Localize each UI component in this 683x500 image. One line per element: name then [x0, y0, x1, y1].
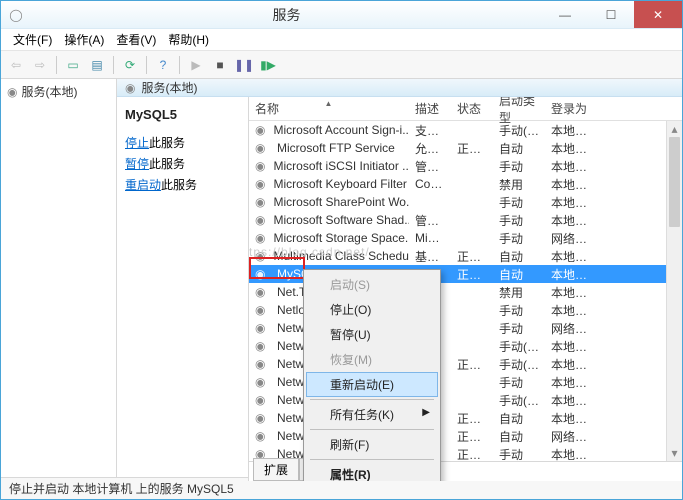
col-status[interactable]: 状态 [451, 100, 493, 117]
service-row[interactable]: ◉Microsoft Keyboard FilterCont...禁用本地系统 [249, 175, 682, 193]
workspace: ◉ 服务(本地) ◉ 服务(本地) MySQL5 停止此服务 暂停此服务 重启动… [1, 79, 682, 477]
service-row[interactable]: ◉Microsoft SharePoint Wo...手动本地系统 [249, 193, 682, 211]
gear-icon: ◉ [255, 375, 269, 389]
col-startup[interactable]: 启动类型 [493, 97, 545, 126]
service-row[interactable]: ◉Multimedia Class Schedu...基于...正在...自动本… [249, 247, 682, 265]
gear-icon: ◉ [255, 195, 265, 209]
show-hide-icon[interactable]: ▭ [62, 54, 84, 76]
separator [310, 429, 434, 430]
gear-icon: ◉ [255, 357, 269, 371]
separator [310, 459, 434, 460]
toolbar: ⇦ ⇨ ▭ ▤ ⟳ ? ▶ ■ ❚❚ ▮▶ [1, 51, 682, 79]
gear-icon: ◉ [255, 159, 265, 173]
gear-icon: ◉ [255, 249, 265, 263]
gear-icon: ◉ [255, 285, 269, 299]
pause-service-link[interactable]: 暂停此服务 [125, 155, 240, 172]
gear-icon: ◉ [255, 303, 269, 317]
gear-icon: ◉ [125, 81, 135, 95]
pane-body: MySQL5 停止此服务 暂停此服务 重启动此服务 名称▲ 描述 状态 启动类型… [117, 97, 682, 481]
gear-icon: ◉ [255, 339, 269, 353]
gear-icon: ◉ [255, 123, 265, 137]
play-icon[interactable]: ▶ [185, 54, 207, 76]
column-headers: 名称▲ 描述 状态 启动类型 登录为 [249, 97, 682, 121]
stop-service-link[interactable]: 停止此服务 [125, 134, 240, 151]
scroll-down-icon[interactable]: ▾ [667, 445, 682, 461]
col-logon[interactable]: 登录为 [545, 100, 603, 117]
service-row[interactable]: ◉Microsoft Software Shad...管理...手动本地系统 [249, 211, 682, 229]
context-menu: 启动(S) 停止(O) 暂停(U) 恢复(M) 重新启动(E) 所有任务(K)▶… [303, 269, 441, 481]
ctx-pause[interactable]: 暂停(U) [306, 322, 438, 347]
close-button[interactable]: ✕ [634, 1, 682, 28]
ctx-start: 启动(S) [306, 272, 438, 297]
content-pane: ◉ 服务(本地) MySQL5 停止此服务 暂停此服务 重启动此服务 名称▲ 描… [117, 79, 682, 477]
refresh-icon[interactable]: ⟳ [119, 54, 141, 76]
service-row[interactable]: ◉Microsoft Account Sign-i...支持...手动(触发..… [249, 121, 682, 139]
menu-help[interactable]: 帮助(H) [162, 29, 215, 50]
forward-icon[interactable]: ⇨ [29, 54, 51, 76]
back-icon[interactable]: ⇦ [5, 54, 27, 76]
scroll-thumb[interactable] [669, 137, 680, 227]
menu-file[interactable]: 文件(F) [7, 29, 58, 50]
gear-icon: ◉ [255, 231, 265, 245]
service-list: 名称▲ 描述 状态 启动类型 登录为 ◉Microsoft Account Si… [249, 97, 682, 481]
restart-service-link[interactable]: 重启动此服务 [125, 176, 240, 193]
detail-title: MySQL5 [125, 107, 240, 122]
gear-icon: ◉ [255, 393, 269, 407]
status-text: 停止并启动 本地计算机 上的服务 MySQL5 [9, 480, 234, 497]
help-icon[interactable]: ? [152, 54, 174, 76]
app-icon: ◯ [1, 8, 31, 22]
pane-header: ◉ 服务(本地) [117, 79, 682, 97]
stop-icon[interactable]: ■ [209, 54, 231, 76]
menubar: 文件(F) 操作(A) 查看(V) 帮助(H) [1, 29, 682, 51]
ctx-all-tasks[interactable]: 所有任务(K)▶ [306, 402, 438, 427]
export-icon[interactable]: ▤ [86, 54, 108, 76]
gear-icon: ◉ [255, 177, 265, 191]
tree-root-label: 服务(本地) [21, 83, 77, 100]
gear-icon: ◉ [255, 267, 269, 281]
ctx-stop[interactable]: 停止(O) [306, 297, 438, 322]
pane-title: 服务(本地) [141, 79, 197, 96]
tree-pane: ◉ 服务(本地) [1, 79, 117, 477]
detail-pane: MySQL5 停止此服务 暂停此服务 重启动此服务 [117, 97, 249, 481]
ctx-properties[interactable]: 属性(R) [306, 462, 438, 481]
scroll-up-icon[interactable]: ▴ [667, 121, 682, 137]
titlebar: ◯ 服务 — ☐ ✕ [1, 1, 682, 29]
restart-icon[interactable]: ▮▶ [257, 54, 279, 76]
separator [56, 56, 57, 74]
submenu-arrow-icon: ▶ [422, 407, 430, 418]
gear-icon: ◉ [255, 213, 265, 227]
gear-icon: ◉ [7, 85, 17, 99]
separator [310, 399, 434, 400]
service-row[interactable]: ◉Microsoft iSCSI Initiator ...管理...手动本地系… [249, 157, 682, 175]
maximize-button[interactable]: ☐ [588, 1, 634, 28]
gear-icon: ◉ [255, 321, 269, 335]
gear-icon: ◉ [255, 411, 269, 425]
menu-view[interactable]: 查看(V) [110, 29, 162, 50]
pause-icon[interactable]: ❚❚ [233, 54, 255, 76]
menu-action[interactable]: 操作(A) [58, 29, 110, 50]
separator [146, 56, 147, 74]
vertical-scrollbar[interactable]: ▴ ▾ [666, 121, 682, 461]
separator [179, 56, 180, 74]
window-title: 服务 [31, 5, 542, 25]
minimize-button[interactable]: — [542, 1, 588, 28]
service-row[interactable]: ◉Microsoft FTP Service允许...正在...自动本地系统 [249, 139, 682, 157]
ctx-refresh[interactable]: 刷新(F) [306, 432, 438, 457]
sort-asc-icon: ▲ [325, 99, 333, 108]
tree-root[interactable]: ◉ 服务(本地) [1, 79, 116, 104]
gear-icon: ◉ [255, 141, 269, 155]
separator [113, 56, 114, 74]
col-description[interactable]: 描述 [409, 100, 451, 117]
ctx-resume: 恢复(M) [306, 347, 438, 372]
tab-extended[interactable]: 扩展 [253, 458, 299, 481]
ctx-restart[interactable]: 重新启动(E) [306, 372, 438, 397]
gear-icon: ◉ [255, 429, 269, 443]
window-controls: — ☐ ✕ [542, 1, 682, 28]
service-row[interactable]: ◉Microsoft Storage Space...Micr...手动网络服务 [249, 229, 682, 247]
col-name[interactable]: 名称▲ [249, 100, 409, 117]
